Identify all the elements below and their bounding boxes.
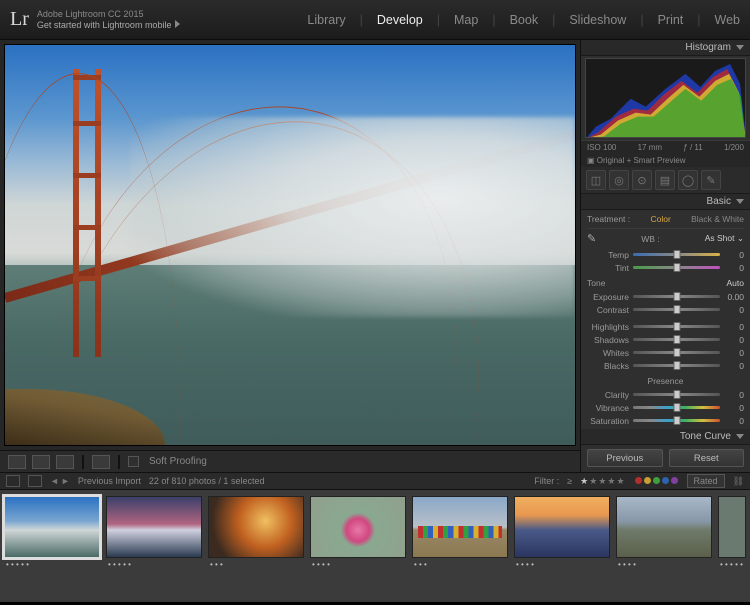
before-after-tb-button[interactable] [56,455,74,469]
exif-bar: ISO 10017 mmƒ / 111/200 [581,140,750,154]
nav-fwd-icon[interactable]: ► [61,476,70,486]
thumbnail[interactable]: • • • • • [718,496,746,568]
wb-dropdown[interactable]: As Shot ⌄ [705,233,744,244]
module-print[interactable]: Print [658,13,684,27]
blacks-slider[interactable] [633,364,720,367]
redeye-tool[interactable]: ⊙ [632,170,652,190]
module-book[interactable]: Book [510,13,539,27]
tone-curve-header[interactable]: Tone Curve [581,429,750,445]
vibrance-slider[interactable] [633,406,720,409]
tint-slider[interactable] [633,266,720,269]
thumbnail[interactable]: • • • • [514,496,610,568]
thumbnail[interactable]: • • • • [616,496,712,568]
brush-tool[interactable]: ✎ [701,170,721,190]
preview-mode-label[interactable]: ▣ Original + Smart Preview [581,154,750,167]
photo-canvas[interactable] [4,44,576,446]
filmstrip-header: ◄ ► Previous Import 22 of 810 photos / 1… [0,472,750,490]
right-panel: Histogram ISO 10017 mmƒ / 111/200 ▣ Orig… [580,40,750,472]
source-label[interactable]: Previous Import [78,476,141,486]
dropdown-icon[interactable] [175,20,180,28]
auto-tone-button[interactable]: Auto [727,278,745,288]
thumbnail[interactable]: • • • • • [106,496,202,568]
histogram[interactable] [585,58,746,138]
filter-label: Filter : [534,476,559,486]
thumbnail[interactable]: • • • • [310,496,406,568]
shadows-slider[interactable] [633,338,720,341]
eyedropper-icon[interactable]: ✎ [587,232,596,245]
reset-button[interactable]: Reset [669,449,745,467]
thumbnail[interactable]: • • • [208,496,304,568]
count-label: 22 of 810 photos / 1 selected [149,476,265,486]
whites-slider[interactable] [633,351,720,354]
app-tagline[interactable]: Get started with Lightroom mobile [37,20,172,30]
contrast-slider[interactable] [633,308,720,311]
collapse-icon [736,434,744,439]
grid-view-button[interactable] [28,475,42,487]
module-switcher: Library| Develop| Map| Book| Slideshow| … [307,13,740,27]
treatment-bw[interactable]: Black & White [691,214,744,224]
canvas-toolbar: Soft Proofing [0,450,580,472]
previous-button[interactable]: Previous [587,449,663,467]
module-library[interactable]: Library [307,13,345,27]
app-logo: Lr [10,8,29,31]
crop-tool[interactable]: ◫ [586,170,606,190]
basic-header[interactable]: Basic [581,194,750,210]
app-edition: Adobe Lightroom CC 2015 [37,9,181,20]
module-slideshow[interactable]: Slideshow [569,13,626,27]
treatment-label: Treatment : [587,214,630,224]
spot-tool[interactable]: ◎ [609,170,629,190]
filmstrip[interactable]: • • • • • • • • • • • • • • • • • • • • … [0,490,750,602]
before-after-split-button[interactable] [92,455,110,469]
soft-proofing-checkbox[interactable] [128,456,139,467]
module-develop[interactable]: Develop [377,13,423,27]
gradient-tool[interactable]: ▤ [655,170,675,190]
treatment-color[interactable]: Color [650,214,670,224]
thumbnail[interactable]: • • • [412,496,508,568]
top-bar: Lr Adobe Lightroom CC 2015 Get started w… [0,0,750,40]
radial-tool[interactable]: ◯ [678,170,698,190]
basic-panel: Treatment : Color Black & White ✎ WB : A… [581,210,750,429]
collapse-icon [736,199,744,204]
before-after-lr-button[interactable] [32,455,50,469]
filter-color-labels[interactable] [634,476,679,486]
tool-strip: ◫ ◎ ⊙ ▤ ◯ ✎ [581,167,750,194]
filter-lock-icon[interactable]: ⛓ [733,476,744,487]
nav-back-icon[interactable]: ◄ [50,476,59,486]
temp-slider[interactable] [633,253,720,256]
module-map[interactable]: Map [454,13,478,27]
wb-label: WB : [641,234,659,244]
thumbnail[interactable]: • • • • • [4,496,100,568]
saturation-slider[interactable] [633,419,720,422]
highlights-slider[interactable] [633,325,720,328]
filter-stars[interactable]: ★★★★★ [580,476,625,487]
module-web[interactable]: Web [715,13,740,27]
collapse-icon [736,45,744,50]
exposure-slider[interactable] [633,295,720,298]
clarity-slider[interactable] [633,393,720,396]
second-window-button[interactable] [6,475,20,487]
soft-proofing-label: Soft Proofing [149,456,207,467]
loupe-view-button[interactable] [8,455,26,469]
histogram-header[interactable]: Histogram [581,40,750,56]
brand: Lr Adobe Lightroom CC 2015 Get started w… [10,8,180,31]
filter-preset[interactable]: Rated [687,474,725,488]
